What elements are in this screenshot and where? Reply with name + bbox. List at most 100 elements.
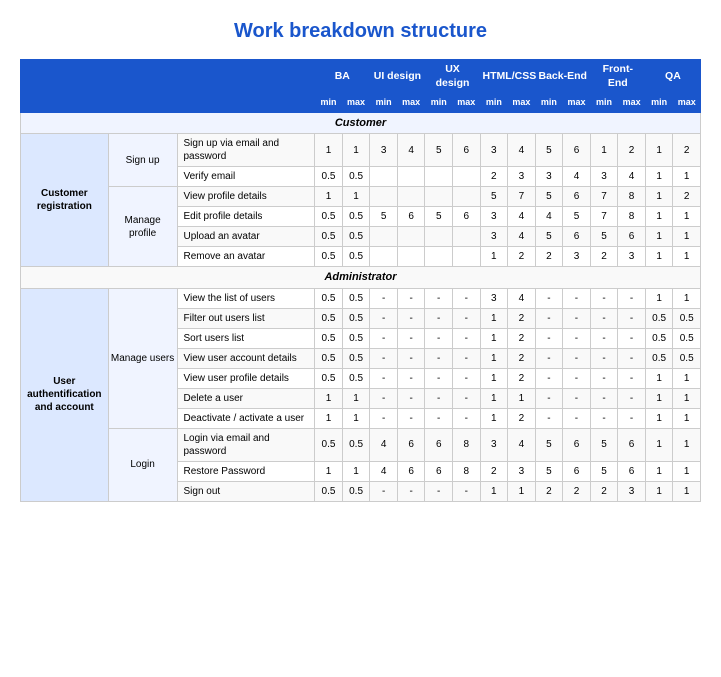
qa-min-cell: 1: [645, 167, 673, 187]
front-min-cell: 5: [590, 227, 618, 247]
ui-min-cell: 5: [370, 207, 398, 227]
front-min-cell: 5: [590, 461, 618, 481]
qa-max-cell: 0.5: [673, 328, 701, 348]
back-max-cell: -: [563, 308, 591, 328]
front-max-cell: 3: [618, 247, 646, 267]
usecase-cell: Delete a user: [177, 388, 315, 408]
front-max-cell: -: [618, 328, 646, 348]
qa-min-cell: 1: [645, 428, 673, 461]
ux-min-cell: 5: [425, 207, 453, 227]
html-min-cell: 1: [480, 348, 508, 368]
usecase-cell: Upload an avatar: [177, 227, 315, 247]
back-min-cell: 5: [535, 428, 563, 461]
ui-min-cell: -: [370, 368, 398, 388]
qa-max-cell: 2: [673, 134, 701, 167]
ux-max-cell: -: [453, 288, 481, 308]
html-min-cell: 1: [480, 388, 508, 408]
usecase-cell: Remove an avatar: [177, 247, 315, 267]
front-min-cell: -: [590, 408, 618, 428]
qa-max-cell: 1: [673, 461, 701, 481]
front-min-cell: 2: [590, 481, 618, 501]
front-max-cell: 2: [618, 134, 646, 167]
ui-max-cell: -: [397, 348, 425, 368]
qa-max-cell: 0.5: [673, 348, 701, 368]
ba-min-cell: 0.5: [315, 348, 343, 368]
front-min-cell: 7: [590, 187, 618, 207]
back-min-cell: -: [535, 288, 563, 308]
back-min-cell: 3: [535, 167, 563, 187]
html-max-cell: 3: [508, 167, 536, 187]
usecase-cell: Deactivate / activate a user: [177, 408, 315, 428]
col-qa-header: QA: [645, 60, 700, 94]
ba-max-cell: 0.5: [342, 207, 370, 227]
back-max-cell: 6: [563, 461, 591, 481]
ba-min-cell: 1: [315, 187, 343, 207]
ui-max-cell: [397, 167, 425, 187]
usecase-cell: Sort users list: [177, 328, 315, 348]
html-max-cell: 2: [508, 308, 536, 328]
qa-max-cell: 1: [673, 288, 701, 308]
col-module-header: [21, 60, 109, 113]
usecase-cell: Sign out: [177, 481, 315, 501]
qa-max-cell: 1: [673, 227, 701, 247]
ui-max-cell: -: [397, 308, 425, 328]
qa-min-cell: 0.5: [645, 328, 673, 348]
ba-max-cell: 0.5: [342, 227, 370, 247]
ui-min-cell: -: [370, 308, 398, 328]
ux-min-cell: [425, 227, 453, 247]
ux-max-cell: 6: [453, 207, 481, 227]
wbs-table: BA UI design UX design HTML/CSS Back-End…: [20, 59, 701, 502]
ux-max-cell: [453, 227, 481, 247]
header-row-top: BA UI design UX design HTML/CSS Back-End…: [21, 60, 701, 94]
back-max-cell: -: [563, 288, 591, 308]
ui-max-cell: -: [397, 368, 425, 388]
ba-max-cell: 0.5: [342, 288, 370, 308]
ba-min-cell: 0.5: [315, 207, 343, 227]
ui-max: max: [397, 94, 425, 113]
html-max-cell: 2: [508, 247, 536, 267]
back-min-cell: 2: [535, 247, 563, 267]
front-max-cell: -: [618, 368, 646, 388]
section-label-row: Administrator: [21, 267, 701, 288]
qa-max-cell: 1: [673, 428, 701, 461]
back-min-cell: -: [535, 388, 563, 408]
ux-min-cell: 6: [425, 428, 453, 461]
col-back-header: Back-End: [535, 60, 590, 94]
ux-min: min: [425, 94, 453, 113]
qa-min-cell: 1: [645, 288, 673, 308]
html-max-cell: 2: [508, 368, 536, 388]
ux-max-cell: 8: [453, 428, 481, 461]
front-min-cell: 3: [590, 167, 618, 187]
qa-max-cell: 1: [673, 167, 701, 187]
ui-max-cell: [397, 227, 425, 247]
col-flow-header: [108, 60, 177, 113]
html-min-cell: 3: [480, 134, 508, 167]
html-min-cell: 1: [480, 368, 508, 388]
back-min-cell: 4: [535, 207, 563, 227]
ux-min-cell: 5: [425, 134, 453, 167]
ux-max-cell: -: [453, 368, 481, 388]
ba-max-cell: 1: [342, 388, 370, 408]
flow-cell: Manage profile: [108, 187, 177, 267]
ux-max: max: [453, 94, 481, 113]
ui-max-cell: 6: [397, 207, 425, 227]
back-max-cell: 2: [563, 481, 591, 501]
ui-min-cell: -: [370, 388, 398, 408]
html-max-cell: 7: [508, 187, 536, 207]
ux-min-cell: -: [425, 368, 453, 388]
html-max-cell: 4: [508, 227, 536, 247]
ui-min-cell: 3: [370, 134, 398, 167]
front-max-cell: -: [618, 388, 646, 408]
ba-min-cell: 1: [315, 408, 343, 428]
ba-max-cell: 1: [342, 134, 370, 167]
ba-min-cell: 0.5: [315, 308, 343, 328]
html-max-cell: 2: [508, 408, 536, 428]
ba-min-cell: 0.5: [315, 428, 343, 461]
html-min-cell: 2: [480, 461, 508, 481]
qa-min-cell: 0.5: [645, 348, 673, 368]
html-max-cell: 4: [508, 134, 536, 167]
back-min-cell: 5: [535, 461, 563, 481]
ux-max-cell: -: [453, 328, 481, 348]
col-ux-header: UX design: [425, 60, 480, 94]
ui-min-cell: [370, 187, 398, 207]
